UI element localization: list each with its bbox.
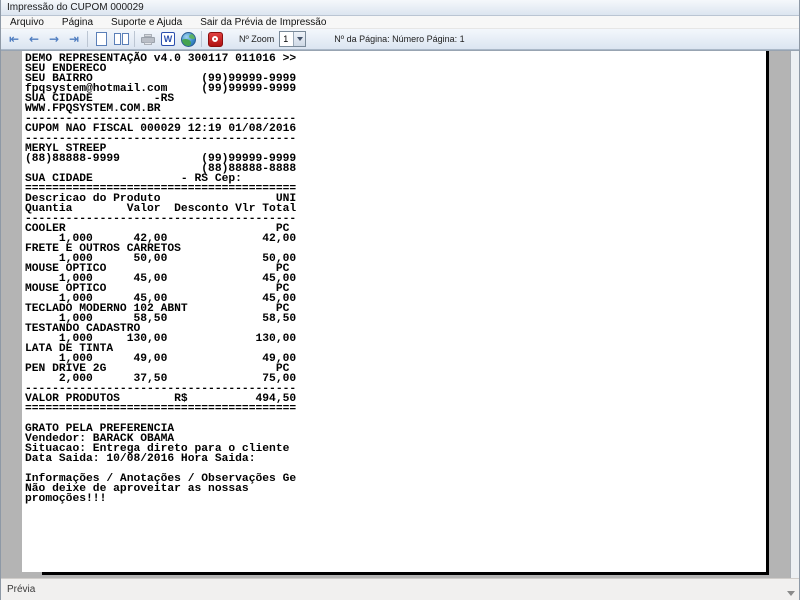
pdf-icon	[207, 31, 223, 47]
window-title: Impressão do CUPOM 000029	[7, 2, 144, 13]
status-bar: Prévia	[1, 578, 799, 600]
menu-bar: Arquivo Página Suporte e Ajuda Sair da P…	[1, 16, 799, 29]
first-page-button[interactable]: ⇤	[4, 30, 24, 48]
page-shadow-right	[766, 51, 769, 575]
print-button[interactable]	[138, 30, 158, 48]
page-shadow-bottom	[42, 572, 769, 575]
menu-suporte-e-ajuda-label: Suporte e Ajuda	[111, 16, 183, 28]
resize-grip-icon	[787, 591, 795, 596]
toolbar: ⇤ ← → ⇥ W Nº Zoom 1 Nº da Página: Número…	[1, 29, 799, 50]
single-page-icon	[95, 32, 107, 46]
two-page-icon	[113, 33, 129, 45]
printer-icon	[141, 33, 155, 45]
vertical-scrollbar[interactable]	[790, 51, 799, 578]
export-word-button[interactable]: W	[158, 30, 178, 48]
menu-arquivo-label: Arquivo	[10, 16, 44, 28]
export-html-button[interactable]	[178, 30, 198, 48]
menu-pagina-label: Página	[61, 16, 94, 28]
last-page-button[interactable]: ⇥	[64, 30, 84, 48]
app-window: Impressão do CUPOM 000029 Arquivo Página…	[0, 0, 800, 600]
last-page-icon: ⇥	[68, 32, 80, 46]
menu-sair-da-previa[interactable]: Sair da Prévia de Impressão	[191, 16, 335, 28]
toolbar-separator	[134, 31, 135, 47]
toolbar-separator	[87, 31, 88, 47]
preview-area: DEMO REPRESENTAÇÃO v4.0 300117 011016 >>…	[1, 50, 799, 578]
chevron-down-icon	[296, 37, 303, 41]
export-pdf-button[interactable]	[205, 30, 225, 48]
previous-page-icon: ←	[28, 32, 40, 46]
previous-page-button[interactable]: ←	[24, 30, 44, 48]
status-text: Prévia	[7, 584, 36, 595]
zoom-value: 1	[283, 34, 289, 44]
word-icon-letter: W	[163, 34, 173, 44]
menu-arquivo[interactable]: Arquivo	[1, 16, 53, 28]
globe-icon	[180, 31, 196, 47]
menu-sair-da-previa-label: Sair da Prévia de Impressão	[200, 16, 327, 28]
word-icon: W	[161, 32, 175, 46]
receipt-text: DEMO REPRESENTAÇÃO v4.0 300117 011016 >>…	[25, 53, 297, 505]
receipt-page: DEMO REPRESENTAÇÃO v4.0 300117 011016 >>…	[22, 51, 769, 575]
next-page-button[interactable]: →	[44, 30, 64, 48]
page-number-info: Nº da Página: Número Página: 1	[334, 34, 465, 44]
next-page-icon: →	[48, 32, 60, 46]
zoom-dropdown-button[interactable]	[293, 32, 306, 46]
first-page-icon: ⇤	[8, 32, 20, 46]
single-page-view-button[interactable]	[91, 30, 111, 48]
zoom-label: Nº Zoom	[239, 34, 275, 44]
menu-suporte-e-ajuda[interactable]: Suporte e Ajuda	[102, 16, 191, 28]
title-bar: Impressão do CUPOM 000029	[1, 0, 799, 16]
menu-pagina[interactable]: Página	[53, 16, 102, 28]
zoom-dropdown[interactable]: 1	[279, 31, 307, 47]
two-page-view-button[interactable]	[111, 30, 131, 48]
toolbar-separator	[201, 31, 202, 47]
